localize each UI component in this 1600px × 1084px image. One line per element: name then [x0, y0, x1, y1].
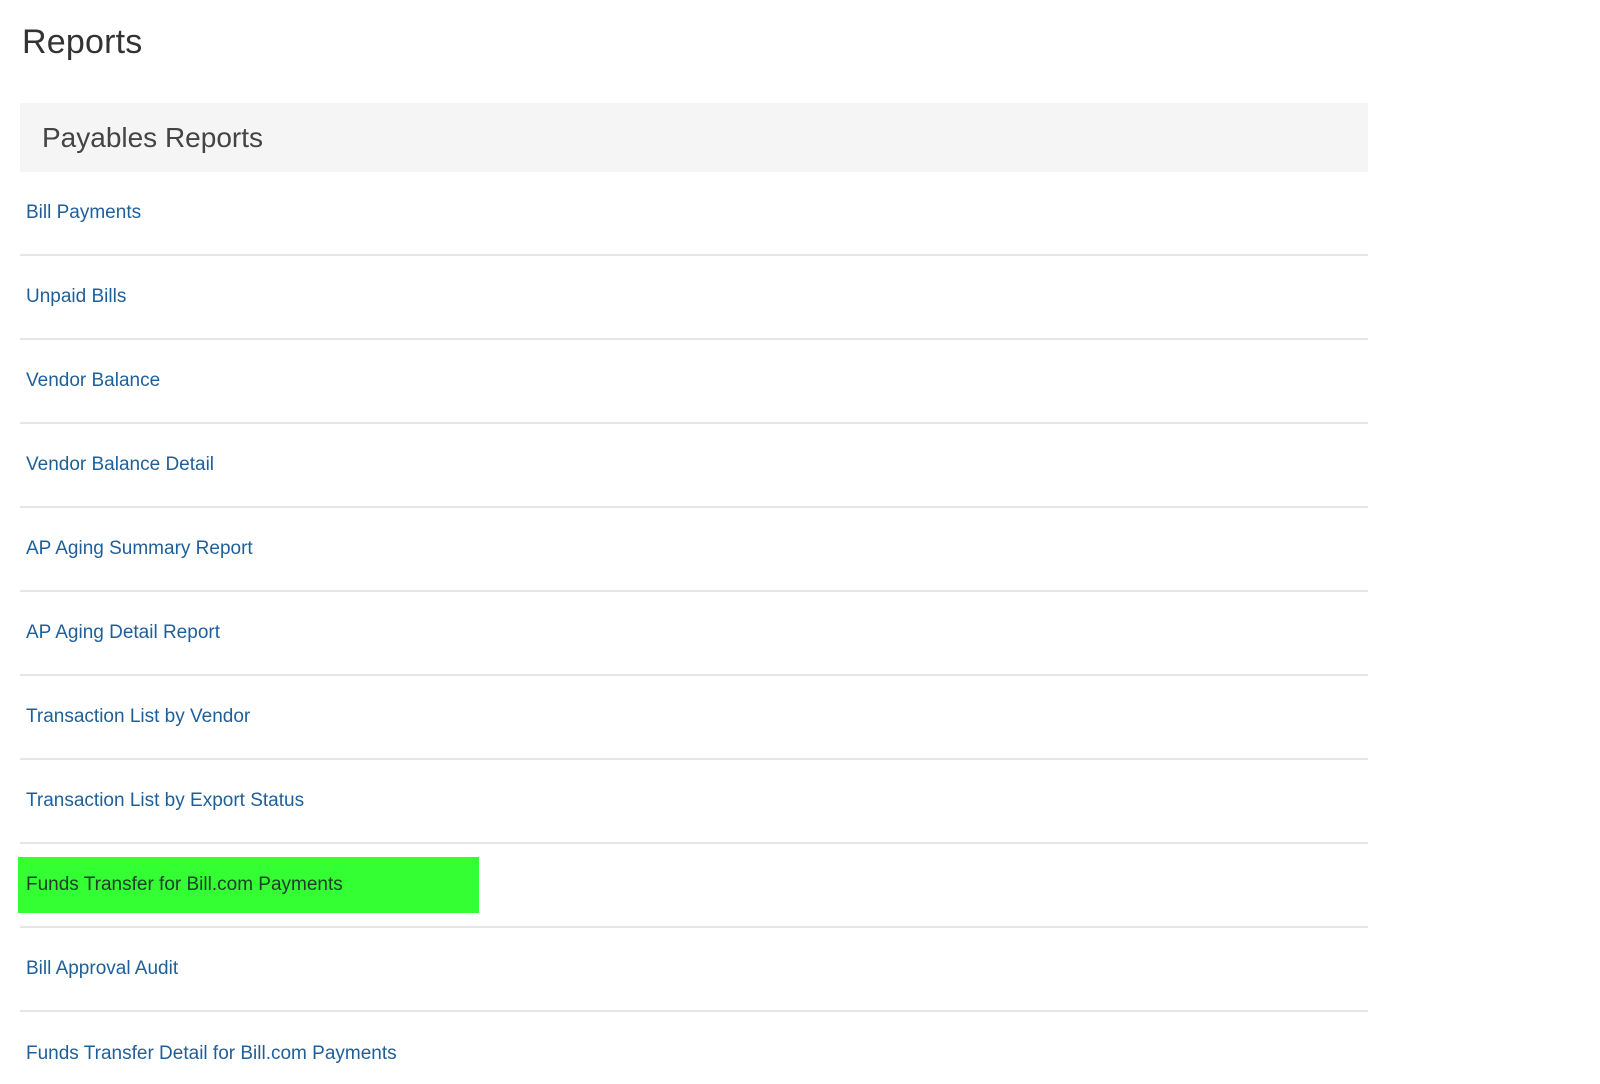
report-link-vendor-balance-detail[interactable]: Vendor Balance Detail — [18, 437, 222, 493]
report-link-funds-transfer[interactable]: Funds Transfer for Bill.com Payments — [18, 857, 479, 913]
report-link-ap-aging-detail[interactable]: AP Aging Detail Report — [18, 605, 228, 661]
list-item: Vendor Balance Detail — [20, 424, 1368, 508]
list-item: Vendor Balance — [20, 340, 1368, 424]
report-link-bill-approval-audit[interactable]: Bill Approval Audit — [18, 941, 186, 997]
report-link-unpaid-bills[interactable]: Unpaid Bills — [18, 269, 134, 325]
list-item: AP Aging Summary Report — [20, 508, 1368, 592]
list-item: AP Aging Detail Report — [20, 592, 1368, 676]
list-item: Transaction List by Export Status — [20, 760, 1368, 844]
list-item: Funds Transfer Detail for Bill.com Payme… — [20, 1012, 1368, 1084]
list-item: Unpaid Bills — [20, 256, 1368, 340]
report-link-bill-payments[interactable]: Bill Payments — [18, 185, 149, 241]
report-link-transaction-list-by-export-status[interactable]: Transaction List by Export Status — [18, 773, 312, 829]
report-list: Bill Payments Unpaid Bills Vendor Balanc… — [18, 172, 1368, 1084]
list-item: Funds Transfer for Bill.com Payments — [18, 844, 1368, 928]
page-title: Reports — [22, 23, 143, 61]
report-link-ap-aging-summary[interactable]: AP Aging Summary Report — [18, 521, 261, 577]
payables-reports-section: Payables Reports Bill Payments Unpaid Bi… — [18, 103, 1368, 1084]
list-item: Transaction List by Vendor — [20, 676, 1368, 760]
reports-page: Reports Payables Reports Bill Payments U… — [0, 0, 1600, 1084]
list-item: Bill Approval Audit — [20, 928, 1368, 1012]
section-header: Payables Reports — [20, 103, 1368, 172]
list-item: Bill Payments — [20, 172, 1368, 256]
report-link-funds-transfer-detail[interactable]: Funds Transfer Detail for Bill.com Payme… — [18, 1026, 405, 1082]
report-link-transaction-list-by-vendor[interactable]: Transaction List by Vendor — [18, 689, 258, 745]
report-link-vendor-balance[interactable]: Vendor Balance — [18, 353, 168, 409]
section-title: Payables Reports — [42, 121, 264, 153]
